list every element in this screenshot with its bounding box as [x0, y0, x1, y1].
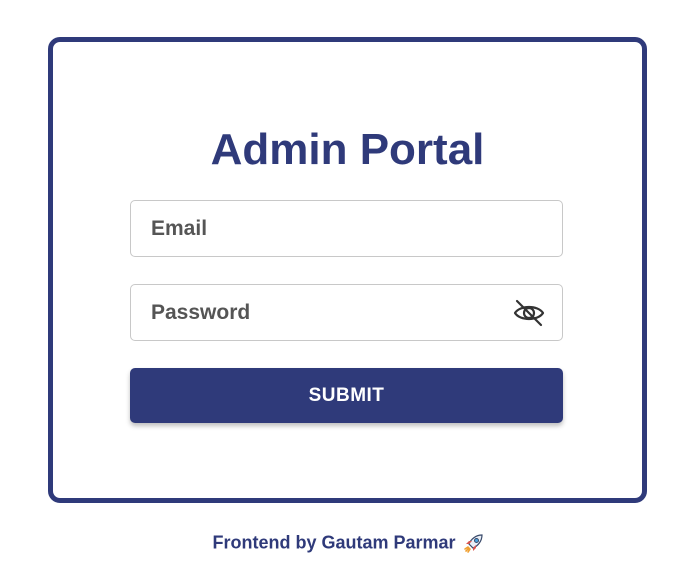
login-card: Admin Portal SUBMIT	[48, 37, 647, 503]
submit-button[interactable]: SUBMIT	[130, 368, 563, 423]
email-field-container	[130, 200, 563, 257]
email-field[interactable]	[131, 201, 562, 256]
page: Admin Portal SUBMIT Frontend by Gautam P…	[0, 0, 698, 568]
rocket-icon	[462, 531, 486, 555]
footer-credit: Frontend by Gautam Parmar	[212, 532, 456, 553]
footer: Frontend by Gautam Parmar	[0, 531, 698, 555]
password-field-container	[130, 284, 563, 341]
eye-off-icon[interactable]	[512, 297, 546, 329]
page-title: Admin Portal	[210, 125, 485, 174]
password-field[interactable]	[131, 285, 562, 340]
